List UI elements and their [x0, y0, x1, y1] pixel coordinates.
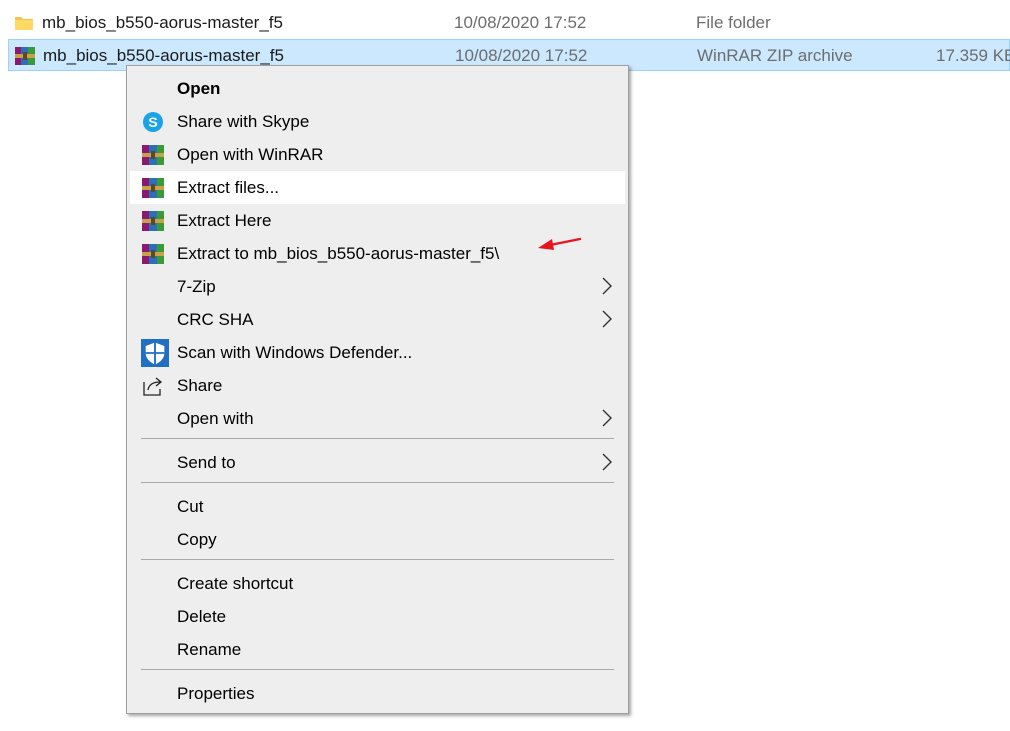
menu-item-label: Rename: [177, 640, 242, 659]
menu-item-extract-files[interactable]: Extract files...: [130, 171, 625, 204]
menu-item-label: Open with WinRAR: [177, 145, 324, 164]
menu-item-scan-defender[interactable]: Scan with Windows Defender...: [130, 336, 625, 369]
menu-item-delete[interactable]: Delete: [130, 600, 625, 633]
menu-item-label: Extract files...: [177, 178, 280, 197]
menu-item-open[interactable]: Open: [130, 72, 625, 105]
menu-item-label: Copy: [177, 530, 217, 549]
file-date: 10/08/2020 17:52: [454, 13, 587, 32]
menu-item-label: Properties: [177, 684, 255, 703]
annotation-arrow-icon: [538, 237, 582, 250]
winrar-icon: [142, 178, 164, 198]
menu-item-label: Extract to mb_bios_b550-aorus-master_f5\: [177, 244, 500, 263]
menu-item-label: Share with Skype: [177, 112, 310, 131]
winrar-icon: [142, 244, 164, 264]
winrar-icon: [142, 211, 164, 231]
menu-item-extract-here[interactable]: Extract Here: [130, 204, 625, 237]
menu-item-label: Scan with Windows Defender...: [177, 343, 413, 362]
menu-item-send-to[interactable]: Send to: [130, 446, 625, 479]
menu-item-copy[interactable]: Copy: [130, 523, 625, 556]
folder-icon: [15, 17, 33, 30]
share-icon: [143, 377, 163, 396]
menu-item-crc-sha[interactable]: CRC SHA: [130, 303, 625, 336]
menu-separator: [141, 482, 614, 483]
menu-item-share[interactable]: Share: [130, 369, 625, 402]
menu-item-label: Delete: [177, 607, 227, 626]
menu-item-share-skype[interactable]: S Share with Skype: [130, 105, 625, 138]
skype-icon: S: [143, 112, 163, 132]
menu-item-open-winrar[interactable]: Open with WinRAR: [130, 138, 625, 171]
chevron-right-icon: [602, 453, 612, 471]
file-row-folder[interactable]: mb_bios_b550-aorus-master_f5 10/08/2020 …: [8, 7, 1010, 39]
menu-item-rename[interactable]: Rename: [130, 633, 625, 666]
chevron-right-icon: [602, 409, 612, 427]
menu-item-label: Send to: [177, 453, 236, 472]
file-size: 17.359 KB: [936, 46, 1010, 65]
menu-item-label: Extract Here: [177, 211, 272, 230]
menu-item-label: Cut: [177, 497, 204, 516]
windows-defender-shield-icon: [141, 339, 169, 367]
menu-item-label: CRC SHA: [177, 310, 254, 329]
menu-item-cut[interactable]: Cut: [130, 490, 625, 523]
file-date: 10/08/2020 17:52: [455, 46, 588, 65]
chevron-right-icon: [602, 310, 612, 328]
menu-item-create-shortcut[interactable]: Create shortcut: [130, 567, 625, 600]
menu-item-open-with[interactable]: Open with: [130, 402, 625, 435]
menu-item-properties[interactable]: Properties: [130, 677, 625, 710]
menu-item-label: Create shortcut: [177, 574, 294, 593]
menu-item-7zip[interactable]: 7-Zip: [130, 270, 625, 303]
file-type: WinRAR ZIP archive: [697, 46, 853, 65]
menu-item-label: Open with: [177, 409, 254, 428]
winrar-icon: [142, 145, 164, 165]
menu-item-label: Share: [177, 376, 223, 395]
svg-text:S: S: [148, 114, 157, 130]
menu-separator: [141, 438, 614, 439]
context-menu: Open S Share with Skype Open with WinRAR…: [126, 65, 629, 714]
chevron-right-icon: [602, 277, 612, 295]
winrar-archive-icon: [15, 47, 35, 65]
file-name: mb_bios_b550-aorus-master_f5: [42, 13, 283, 32]
file-name: mb_bios_b550-aorus-master_f5: [43, 46, 284, 65]
file-type: File folder: [696, 13, 771, 32]
menu-item-label: Open: [177, 79, 221, 98]
menu-separator: [141, 559, 614, 560]
menu-separator: [141, 669, 614, 670]
menu-item-label: 7-Zip: [177, 277, 216, 296]
